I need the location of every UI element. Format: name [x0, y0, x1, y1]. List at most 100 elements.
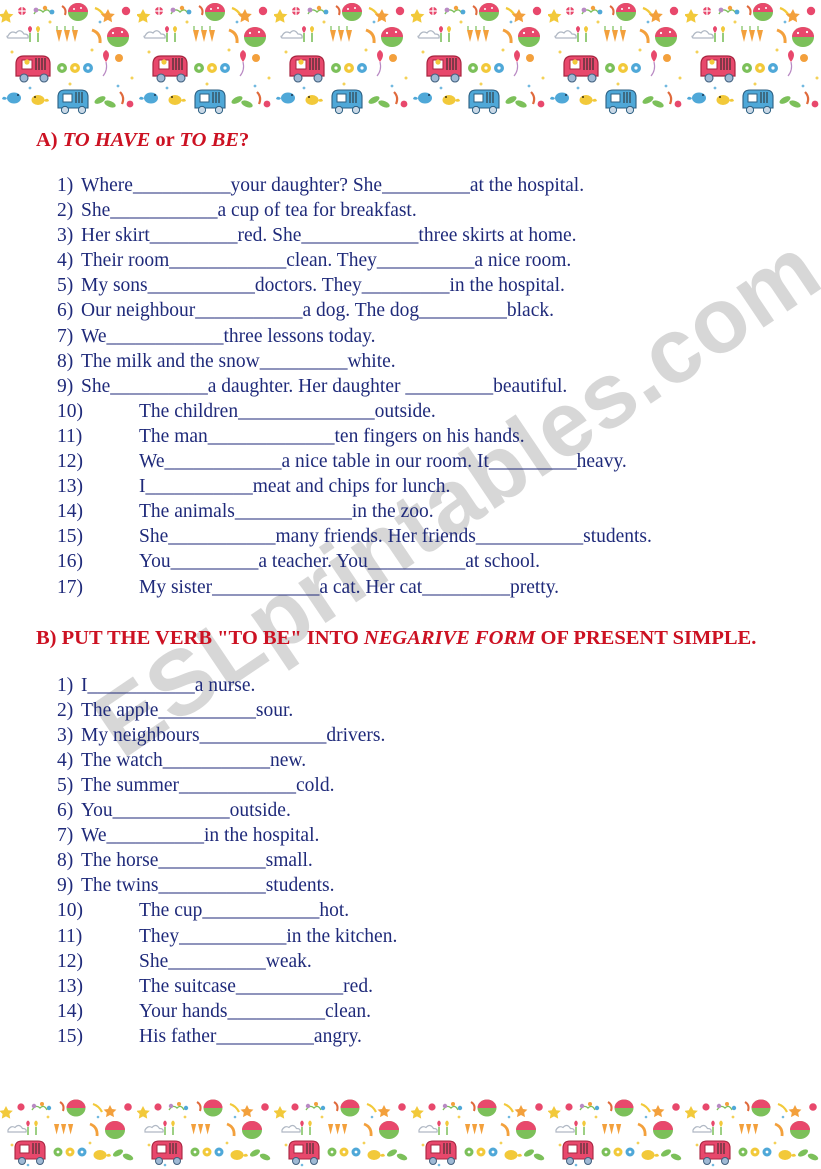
item-text[interactable]: The milk and the snow_________white.	[81, 351, 396, 372]
item-text[interactable]: She___________a cup of tea for breakfast…	[81, 200, 417, 221]
item-text[interactable]: My neighbours_____________drivers.	[81, 725, 385, 746]
heading-a-part-2: or	[150, 129, 180, 151]
exercise-item: 9) The twins___________students.	[57, 873, 821, 898]
item-number: 3)	[57, 724, 74, 746]
exercise-item: 2) The apple__________sour.	[57, 698, 821, 723]
item-text[interactable]: They___________in the kitchen.	[139, 926, 397, 947]
exercise-item: 8) The horse___________small.	[57, 848, 821, 873]
item-number: 2)	[57, 200, 74, 222]
item-text[interactable]: Her skirt_________red. She____________th…	[81, 225, 577, 246]
item-text[interactable]: My sons___________doctors. They_________…	[81, 275, 565, 296]
item-text[interactable]: Our neighbour___________a dog. The dog__…	[81, 300, 554, 321]
item-number: 13)	[57, 975, 83, 997]
exercise-item: 11) The man_____________ten fingers on hi…	[57, 424, 821, 449]
item-number: 17)	[57, 576, 83, 598]
exercise-item: 15) His father__________angry.	[57, 1024, 821, 1049]
item-number: 7)	[57, 825, 74, 847]
item-number: 15)	[57, 1025, 83, 1047]
item-text[interactable]: The watch___________new.	[81, 750, 306, 771]
exercise-item: 10) The cup____________hot.	[57, 898, 821, 923]
item-text[interactable]: We____________a nice table in our room. …	[139, 451, 627, 472]
item-number: 11)	[57, 925, 83, 947]
exercise-item: 7) We____________three lessons today.	[57, 324, 821, 349]
item-number: 14)	[57, 501, 83, 523]
item-number: 8)	[57, 850, 74, 872]
item-number: 4)	[57, 749, 74, 771]
item-text[interactable]: You_________a teacher. You__________at s…	[139, 551, 540, 572]
item-text[interactable]: The cup____________hot.	[139, 900, 349, 921]
item-number: 1)	[57, 175, 74, 196]
exercise-item: 12) She__________weak.	[57, 949, 821, 974]
exercise-item: 5) The summer____________cold.	[57, 773, 821, 798]
heading-b-part-2: OF PRESENT SIMPLE.	[535, 626, 757, 649]
heading-b-part-0: B) PUT THE VERB "TO BE" INTO	[36, 626, 364, 649]
exercise-item: 9) She__________a daughter. Her daughter …	[57, 374, 821, 399]
exercise-item: 8) The milk and the snow_________white.	[57, 349, 821, 374]
item-text[interactable]: The children______________outside.	[139, 401, 436, 422]
doodle-pattern-icon	[0, 1097, 821, 1169]
worksheet-page: ESLprintables.com A) TO HAVE or TO BE? 1…	[0, 0, 821, 1169]
exercise-item: 15) She___________many friends. Her frien…	[57, 524, 821, 549]
item-number: 10)	[57, 900, 83, 922]
item-text[interactable]: Your hands__________clean.	[139, 1001, 371, 1022]
item-number: 2)	[57, 699, 74, 721]
item-number: 5)	[57, 774, 74, 796]
top-decorative-border	[0, 0, 821, 120]
exercise-item: 13) The suitcase___________red.	[57, 974, 821, 999]
worksheet-content: A) TO HAVE or TO BE? 1) Where__________yo…	[0, 120, 821, 1097]
heading-a-part-4: ?	[238, 129, 250, 151]
exercise-item: 13) I___________meat and chips for lunch.	[57, 474, 821, 499]
section-a-exercise-list: 1) Where__________your daughter? She_____…	[0, 173, 821, 600]
section-a-heading: A) TO HAVE or TO BE?	[0, 128, 821, 153]
item-number: 9)	[57, 375, 74, 397]
exercise-item: 12) We____________a nice table in our roo…	[57, 449, 821, 474]
exercise-item: 17) My sister___________a cat. Her cat___…	[57, 575, 821, 600]
exercise-item: 6) You____________outside.	[57, 798, 821, 823]
item-text[interactable]: She__________a daughter. Her daughter __…	[81, 376, 567, 397]
exercise-item: 2) She___________a cup of tea for breakfa…	[57, 198, 821, 223]
item-text[interactable]: Their room____________clean. They_______…	[81, 250, 571, 271]
item-number: 6)	[57, 800, 74, 822]
item-text[interactable]: His father__________angry.	[139, 1026, 362, 1047]
exercise-item: 7) We__________in the hospital.	[57, 823, 821, 848]
item-text[interactable]: She___________many friends. Her friends_…	[139, 526, 652, 547]
item-number: 3)	[57, 225, 74, 247]
item-text[interactable]: The twins___________students.	[81, 875, 335, 896]
item-text[interactable]: She__________weak.	[139, 951, 312, 972]
item-number: 11)	[57, 425, 83, 447]
item-number: 12)	[57, 451, 83, 473]
item-text[interactable]: The animals____________in the zoo.	[139, 501, 434, 522]
item-text[interactable]: We____________three lessons today.	[81, 326, 376, 347]
item-number: 10)	[57, 400, 83, 422]
exercise-item: 14) The animals____________in the zoo.	[57, 499, 821, 524]
section-b-heading: B) PUT THE VERB "TO BE" INTO NEGARIVE FO…	[0, 626, 821, 651]
item-text[interactable]: We__________in the hospital.	[81, 825, 319, 846]
item-text[interactable]: The man_____________ten fingers on his h…	[139, 426, 525, 447]
heading-a-part-1: TO HAVE	[62, 129, 151, 151]
item-text[interactable]: The horse___________small.	[81, 850, 313, 871]
item-text[interactable]: The summer____________cold.	[81, 775, 334, 796]
exercise-item: 14) Your hands__________clean.	[57, 999, 821, 1024]
item-number: 14)	[57, 1000, 83, 1022]
heading-a-part-0: A)	[36, 129, 63, 151]
item-number: 7)	[57, 325, 74, 347]
item-text[interactable]: I___________a nurse.	[81, 675, 255, 696]
exercise-item: 11) They___________in the kitchen.	[57, 924, 821, 949]
item-text[interactable]: I___________meat and chips for lunch.	[139, 476, 450, 497]
item-number: 1)	[57, 674, 74, 696]
item-text[interactable]: You____________outside.	[81, 800, 291, 821]
exercise-item: 3) Her skirt_________red. She____________…	[57, 223, 821, 248]
item-text[interactable]: The apple__________sour.	[81, 700, 293, 721]
bottom-decorative-border	[0, 1097, 821, 1169]
exercise-item: 1) Where__________your daughter? She_____…	[57, 173, 821, 198]
exercise-item: 10) The children______________outside.	[57, 399, 821, 424]
section-b-exercise-list: 1) I___________a nurse. 2) The apple______…	[0, 673, 821, 1049]
item-text[interactable]: The suitcase___________red.	[139, 976, 373, 997]
item-number: 12)	[57, 950, 83, 972]
item-number: 5)	[57, 275, 74, 297]
item-text[interactable]: My sister___________a cat. Her cat______…	[139, 577, 559, 598]
item-text[interactable]: Where__________your daughter? She_______…	[81, 175, 584, 196]
exercise-item: 6) Our neighbour___________a dog. The dog…	[57, 298, 821, 323]
item-number: 15)	[57, 526, 83, 548]
exercise-item: 3) My neighbours_____________drivers.	[57, 723, 821, 748]
